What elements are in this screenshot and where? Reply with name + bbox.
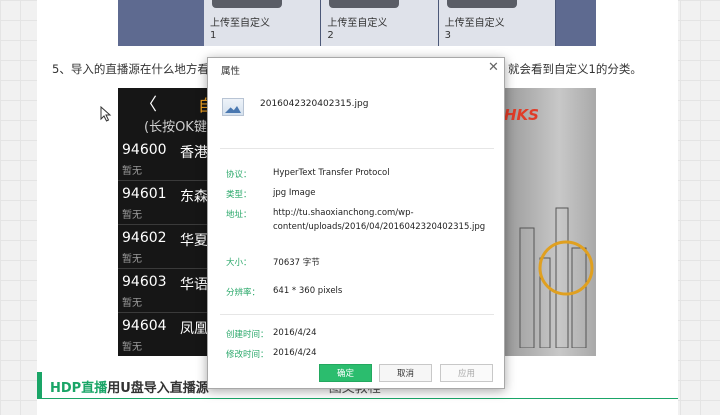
step5-text-tail: 就会看到自定义1的分类。 bbox=[508, 62, 642, 76]
size-label: 大小： bbox=[226, 258, 252, 268]
ok-button[interactable]: 确定 bbox=[319, 364, 372, 382]
channel-name: 华语 bbox=[180, 277, 208, 293]
channel-row: 94603 华语 暂无 bbox=[118, 269, 210, 313]
channel-sub: 暂无 bbox=[122, 342, 142, 353]
image-file-icon bbox=[222, 98, 244, 116]
channel-row: 94604 凤凰 暂无 bbox=[118, 313, 210, 356]
type-value: jpg Image bbox=[273, 188, 316, 198]
channel-number: 94601 bbox=[122, 186, 167, 202]
modified-label: 修改时间： bbox=[226, 350, 269, 360]
upload-cell-3: 上传至自定义 3 bbox=[438, 0, 556, 46]
strip-edge-left bbox=[118, 0, 204, 46]
size-value: 70637 字节 bbox=[273, 258, 320, 268]
address-value-line2[interactable]: content/uploads/2016/04/2016042320402315… bbox=[273, 222, 485, 232]
channel-name: 香港 bbox=[180, 145, 208, 161]
cell-bar bbox=[329, 0, 400, 8]
channel-sub: 暂无 bbox=[122, 254, 142, 265]
type-label: 类型： bbox=[226, 190, 252, 200]
channel-sub: 暂无 bbox=[122, 166, 142, 177]
hks-logo: HKS bbox=[504, 106, 539, 124]
mouse-pointer-icon bbox=[100, 106, 112, 122]
cell-label: 上传至自定义 bbox=[327, 18, 388, 29]
back-arrow-icon: 〈 bbox=[140, 95, 157, 115]
tv-hint: (长按OK键 bbox=[144, 120, 207, 135]
divider bbox=[220, 148, 494, 149]
channel-row: 94601 东森 暂无 bbox=[118, 181, 210, 225]
channel-row: 94600 香港 暂无 bbox=[118, 137, 210, 181]
divider bbox=[220, 314, 494, 315]
resolution-value: 641 * 360 pixels bbox=[273, 286, 343, 296]
channel-row: 94602 华夏 暂无 bbox=[118, 225, 210, 269]
protocol-label: 协议： bbox=[226, 170, 252, 180]
modified-value: 2016/4/24 bbox=[273, 348, 317, 358]
upload-cell-1: 上传至自定义 1 bbox=[204, 0, 322, 46]
channel-sub: 暂无 bbox=[122, 210, 142, 221]
channel-number: 94604 bbox=[122, 318, 167, 334]
apply-button[interactable]: 应用 bbox=[440, 364, 493, 382]
cell-number: 2 bbox=[327, 30, 334, 41]
properties-dialog: 属性 ✕ 2016042320402315.jpg 协议： HyperText … bbox=[207, 57, 505, 389]
address-label: 地址： bbox=[226, 210, 252, 220]
upload-cell-2: 上传至自定义 2 bbox=[321, 0, 439, 46]
channel-number: 94603 bbox=[122, 274, 167, 290]
step5-text: 5、导入的直播源在什么地方看 bbox=[52, 62, 209, 76]
address-value-line1[interactable]: http://tu.shaoxianchong.com/wp- bbox=[273, 208, 414, 218]
dialog-title: 属性 bbox=[221, 66, 241, 77]
brand-panel: HKS bbox=[504, 88, 596, 356]
cell-label: 上传至自定义 bbox=[210, 18, 270, 29]
close-icon[interactable]: ✕ bbox=[488, 60, 499, 75]
created-label: 创建时间： bbox=[226, 330, 269, 340]
cell-number: 1 bbox=[210, 30, 217, 41]
cell-bar bbox=[212, 0, 282, 8]
channel-name: 华夏 bbox=[180, 233, 208, 249]
heading-rest: 用U盘导入直播源 bbox=[107, 381, 209, 396]
channel-number: 94602 bbox=[122, 230, 167, 246]
cancel-button[interactable]: 取消 bbox=[379, 364, 432, 382]
channel-number: 94600 bbox=[122, 142, 167, 158]
protocol-value: HyperText Transfer Protocol bbox=[273, 168, 390, 178]
heading-highlight: HDP直播 bbox=[50, 381, 108, 396]
resolution-label: 分辨率： bbox=[226, 288, 261, 298]
created-value: 2016/4/24 bbox=[273, 328, 317, 338]
strip-edge-right bbox=[555, 0, 596, 46]
cell-bar bbox=[446, 0, 517, 8]
file-name: 2016042320402315.jpg bbox=[260, 99, 369, 109]
channel-list: 〈 自 (长按OK键 94600 香港 暂无 94601 东森 暂无 94602… bbox=[118, 88, 214, 356]
top-screenshot-strip: 上传至自定义 1 上传至自定义 2 上传至自定义 3 bbox=[118, 0, 596, 46]
city-skyline-icon bbox=[519, 207, 594, 348]
channel-name: 东森 bbox=[180, 189, 208, 205]
channel-name: 凤凰 bbox=[180, 321, 208, 337]
cell-number: 3 bbox=[444, 30, 452, 41]
channel-sub: 暂无 bbox=[122, 298, 142, 309]
cell-label: 上传至自定义 bbox=[444, 18, 505, 29]
